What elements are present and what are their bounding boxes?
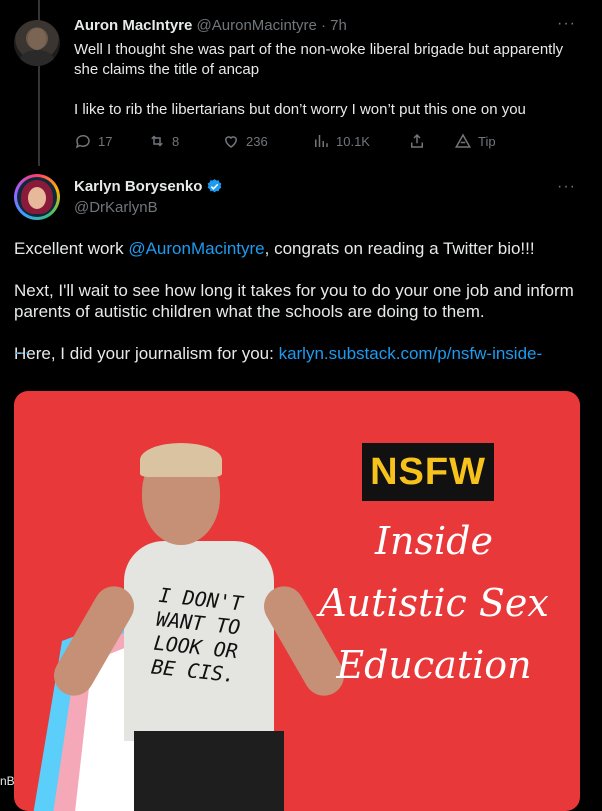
views-button[interactable]: 10.1K (312, 132, 370, 150)
tweet-header: Auron MacIntyre @AuronMacintyre · 7h (74, 17, 347, 34)
text-span: Here, I did your journalism for you: (14, 344, 279, 363)
tweet-actions: 17 8 236 10.1K Tip (74, 132, 514, 152)
reply-button[interactable]: 17 (74, 132, 112, 150)
person-pants (134, 731, 284, 811)
tweet-text-line: I like to rib the libertarians but don’t… (74, 101, 526, 118)
like-count: 236 (246, 133, 268, 149)
media-title-line: Education (336, 643, 532, 687)
thread-connector (38, 66, 40, 166)
tweet-text-line: Well I thought she was part of the non-w… (74, 41, 564, 78)
retweet-icon (151, 135, 163, 147)
substack-link[interactable]: karlyn.substack.com/p/nsfw-inside- (279, 344, 543, 363)
media-title-line: Inside (375, 519, 493, 563)
tweet-paragraph: Excellent work @AuronMacintyre, congrats… (14, 238, 584, 259)
shirt-slogan: I DON'T WANT TO LOOK OR BE CIS. (127, 580, 266, 689)
tip-button[interactable]: Tip (454, 132, 496, 150)
text-span: , congrats on reading a Twitter bio!!! (264, 239, 535, 258)
edge-label: nB (0, 774, 15, 788)
avatar-auron[interactable] (14, 20, 60, 66)
author-name-row: Karlyn Borysenko (74, 178, 223, 195)
more-options-icon[interactable]: ··· (557, 15, 576, 33)
link-ellipsis[interactable]: … (14, 341, 30, 359)
avatar-inner (17, 177, 57, 217)
share-icon (411, 133, 423, 148)
tweet-time[interactable]: 7h (330, 17, 347, 34)
author-name[interactable]: Auron MacIntyre (74, 17, 192, 34)
tweet-text: Excellent work @AuronMacintyre, congrats… (14, 238, 584, 385)
author-name[interactable]: Karlyn Borysenko (74, 178, 202, 195)
thread-line-top (38, 0, 40, 22)
author-handle[interactable]: @AuronMacintyre (197, 17, 317, 34)
share-button[interactable] (408, 132, 426, 150)
heart-icon (224, 136, 238, 148)
tweet-text: Well I thought she was part of the non-w… (74, 40, 574, 120)
nsfw-badge: NSFW (362, 443, 494, 501)
retweet-count: 8 (172, 133, 180, 149)
avatar-body (20, 50, 54, 66)
text-span: Excellent work (14, 239, 129, 258)
views-count: 10.1K (336, 133, 370, 149)
avatar-karlyn[interactable] (14, 174, 60, 220)
avatar-face (28, 187, 46, 209)
reply-count: 17 (98, 133, 113, 149)
media-image[interactable]: I DON'T WANT TO LOOK OR BE CIS. NSFW Ins… (14, 391, 580, 811)
like-button[interactable]: 236 (222, 132, 268, 150)
verified-badge-icon (208, 179, 222, 193)
reply-icon (75, 134, 90, 149)
tweet-paragraph: Next, I'll wait to see how long it takes… (14, 281, 574, 321)
media-title-line: Autistic Sex (319, 581, 549, 625)
tip-label: Tip (478, 133, 496, 149)
separator-dot: · (320, 17, 326, 34)
person-hair (140, 443, 222, 477)
tip-icon (454, 133, 472, 148)
views-icon (315, 135, 328, 147)
tweet-paragraph: Here, I did your journalism for you: kar… (14, 343, 584, 364)
mention-link[interactable]: @AuronMacintyre (128, 239, 264, 258)
author-handle[interactable]: @DrKarlynB (74, 199, 158, 216)
more-options-icon[interactable]: ··· (557, 178, 576, 196)
avatar-face (28, 28, 46, 50)
retweet-button[interactable]: 8 (148, 132, 179, 150)
